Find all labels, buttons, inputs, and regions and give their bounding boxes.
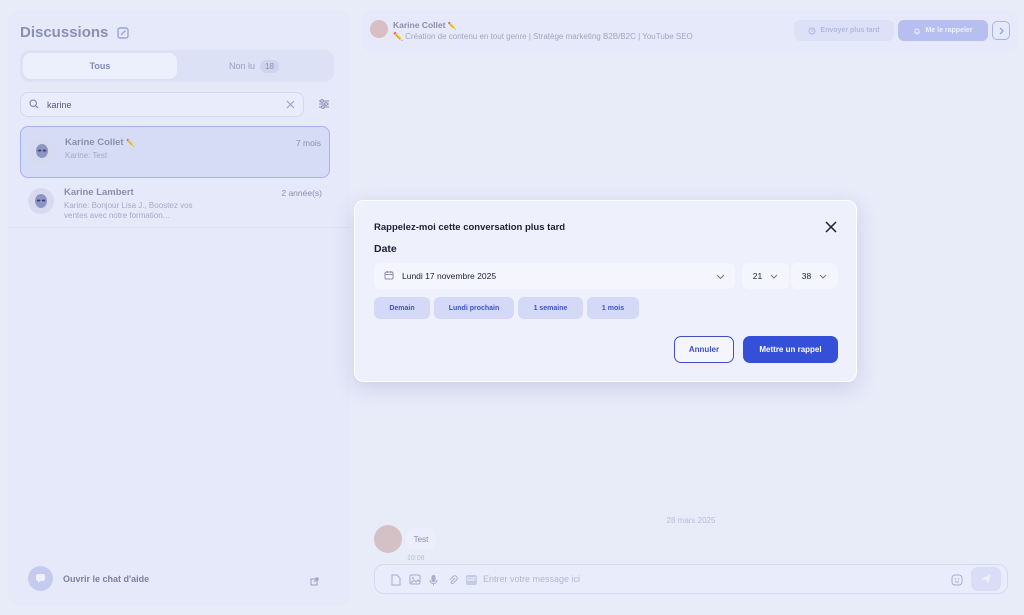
filter-icon[interactable] — [314, 94, 334, 114]
alien-avatar-icon — [35, 194, 47, 208]
conversation-name: Karine Collet ✏️ — [65, 137, 135, 148]
date-separator: 28 mars 2025 — [666, 516, 716, 525]
help-chat-label: Ouvrir le chat d'aide — [63, 573, 150, 584]
tab-unread[interactable]: Non lu 18 — [177, 53, 331, 79]
remind-me-button[interactable]: Me le rappeler — [898, 20, 988, 41]
conversation-tabs: Tous Non lu 18 — [20, 50, 334, 82]
new-message-icon[interactable] — [116, 26, 130, 40]
quick-option-one-week[interactable]: 1 semaine — [518, 297, 583, 319]
contact-avatar — [370, 20, 388, 38]
conversation-time: 2 année(s) — [281, 188, 322, 198]
contact-headline: ✏️ Création de contenu en tout genre | S… — [393, 32, 693, 41]
message-avatar — [374, 525, 402, 553]
conversation-item-karine-lambert[interactable]: Karine Lambert 2 année(s) Karine: Bonjou… — [20, 177, 330, 229]
clock-icon — [808, 27, 816, 34]
image-icon[interactable] — [408, 573, 421, 586]
quick-option-one-month[interactable]: 1 mois — [587, 297, 639, 319]
microphone-icon[interactable] — [427, 573, 440, 586]
conversation-time: 7 mois — [295, 138, 321, 148]
conversation-preview: Karine: Bonjour Lisa J., Boostez vos ven… — [64, 201, 193, 220]
avatar — [28, 188, 54, 214]
pencil-emoji: ✏️ — [447, 23, 457, 30]
chevron-down-icon — [819, 271, 827, 281]
emoji-icon[interactable] — [951, 573, 964, 586]
tab-all-label: Tous — [89, 61, 111, 71]
reminder-modal: Rappelez-moi cette conversation plus tar… — [354, 200, 857, 382]
close-icon[interactable] — [824, 220, 838, 234]
pencil-emoji: ✏️ — [126, 140, 135, 147]
contact-name: Karine Collet ✏️ — [393, 20, 457, 30]
hour-select[interactable]: 21 — [742, 263, 789, 289]
calendar-icon — [384, 267, 394, 285]
modal-title: Rappelez-moi cette conversation plus tar… — [374, 222, 566, 233]
avatar — [29, 138, 55, 164]
cancel-button[interactable]: Annuler — [674, 336, 734, 363]
set-reminder-button[interactable]: Mettre un rappel — [743, 336, 838, 363]
tab-all[interactable]: Tous — [23, 53, 177, 79]
minute-value: 38 — [801, 271, 812, 281]
quick-option-next-monday[interactable]: Lundi prochain — [434, 297, 514, 319]
message-time: 10:08 — [407, 555, 425, 562]
hour-value: 21 — [752, 271, 763, 281]
send-later-button[interactable]: Envoyer plus tard — [794, 20, 894, 41]
unread-count-badge: 18 — [260, 59, 279, 73]
chat-header: Karine Collet ✏️ ✏️ Création de contenu … — [362, 10, 1018, 52]
search-icon — [29, 96, 39, 114]
conversation-item-karine-collet[interactable]: Karine Collet ✏️ 7 mois Karine: Test — [20, 126, 330, 178]
conversation-name: Karine Lambert — [64, 187, 134, 198]
chat-bubble-icon — [28, 566, 53, 591]
quick-option-tomorrow[interactable]: Demain — [374, 297, 430, 319]
send-button[interactable] — [971, 567, 1001, 591]
paperclip-icon[interactable] — [446, 573, 459, 586]
chevron-down-icon — [716, 267, 725, 285]
sidebar-title: Discussions — [20, 24, 109, 41]
gif-icon[interactable]: GIF — [465, 573, 478, 586]
conversation-preview: Karine: Test — [65, 151, 108, 160]
search-value: karine — [47, 99, 72, 110]
alien-avatar-icon — [36, 144, 48, 158]
message-input[interactable]: Entrer votre message ici — [483, 574, 580, 584]
minute-select[interactable]: 38 — [791, 263, 838, 289]
composer-toolbar: GIF — [389, 573, 478, 586]
chevron-down-icon — [770, 271, 778, 281]
chevron-right-icon[interactable] — [992, 21, 1010, 40]
send-icon — [981, 574, 991, 584]
sidebar-divider — [8, 227, 350, 228]
bell-icon — [914, 28, 920, 34]
message-composer: GIF Entrer votre message ici — [374, 564, 1008, 594]
clear-search-icon[interactable] — [286, 96, 295, 114]
search-input[interactable]: karine — [20, 92, 304, 117]
message-bubble: Test — [406, 528, 436, 550]
date-label: Date — [374, 243, 397, 255]
file-icon[interactable] — [389, 573, 402, 586]
help-chat-button[interactable]: Ouvrir le chat d'aide — [28, 566, 149, 591]
date-picker[interactable]: Lundi 17 novembre 2025 — [374, 263, 735, 289]
tab-unread-label: Non lu — [229, 61, 256, 71]
external-link-icon[interactable] — [310, 573, 320, 586]
sidebar-header: Discussions — [20, 24, 130, 41]
date-value: Lundi 17 novembre 2025 — [402, 271, 497, 281]
